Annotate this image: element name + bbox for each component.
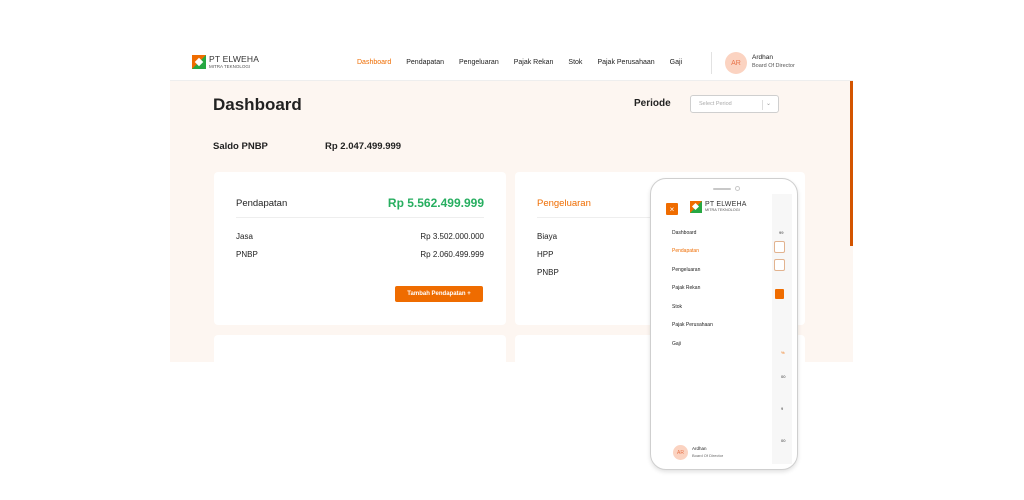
card-title: Pendapatan: [236, 198, 288, 209]
brand-name: PT ELWEHA: [209, 54, 260, 64]
bg-button: [775, 289, 784, 299]
page-title: Dashboard: [213, 95, 302, 114]
phone-camera: [735, 186, 740, 191]
card-title: Pengeluaran: [537, 198, 591, 209]
chevron-down-icon: ⌄: [766, 101, 772, 107]
nav-item-pendapatan[interactable]: Pendapatan: [406, 59, 444, 66]
row-label: PNBP: [537, 268, 559, 277]
row-label: PNBP: [236, 250, 258, 259]
user-name[interactable]: Ardhan: [752, 54, 773, 61]
row-label: Jasa: [236, 232, 253, 241]
divider: [236, 217, 484, 218]
period-placeholder: Select Period: [699, 101, 732, 107]
row-value: Rp 3.502.000.000: [420, 232, 484, 241]
brand-subtitle: MITRA TEKNOLOGI: [209, 63, 251, 69]
pendapatan-total: Rp 5.562.499.999: [387, 196, 484, 210]
bg-text: 00: [781, 374, 786, 379]
drawer-item-pendapatan[interactable]: Pendapatan: [672, 248, 699, 254]
pendapatan-card: Pendapatan Rp 5.562.499.999 Jasa Rp 3.50…: [214, 172, 506, 325]
nav-item-pengeluaran[interactable]: Pengeluaran: [459, 59, 499, 66]
saldo-label: Saldo PNBP: [213, 141, 268, 152]
saldo-value: Rp 2.047.499.999: [325, 141, 402, 152]
mobile-drawer: × PT ELWEHA MITRA TEKNOLOGI Dashboard Pe…: [657, 194, 772, 464]
bg-input: [774, 259, 785, 271]
tambah-pendapatan-button[interactable]: Tambah Pendapatan +: [395, 286, 483, 302]
brand-subtitle: MITRA TEKNOLOGI: [705, 208, 740, 213]
close-icon[interactable]: ×: [666, 203, 678, 215]
drawer-item-stok[interactable]: Stok: [672, 304, 682, 310]
bg-text: %: [781, 350, 785, 355]
row-label: HPP: [537, 250, 554, 259]
avatar[interactable]: AR: [725, 52, 747, 74]
brand-name: PT ELWEHA: [705, 201, 747, 209]
logo-icon: [690, 201, 702, 213]
brand-logo[interactable]: PT ELWEHA MITRA TEKNOLOGI: [192, 55, 259, 69]
nav-item-dashboard[interactable]: Dashboard: [357, 59, 391, 66]
bg-input: [774, 241, 785, 253]
nav-item-pajak-perusahaan[interactable]: Pajak Perusahaan: [597, 59, 654, 66]
phone-speaker: [713, 188, 731, 190]
drawer-item-gaji[interactable]: Gaji: [672, 341, 681, 347]
drawer-item-pajak-rekan[interactable]: Pajak Rekan: [672, 285, 700, 291]
row-label: Biaya: [537, 232, 558, 241]
card: [214, 335, 506, 362]
bg-text: 99: [779, 230, 784, 235]
main-nav: Dashboard Pendapatan Pengeluaran Pajak R…: [357, 59, 697, 66]
logo-icon: [192, 55, 206, 69]
bg-text: 00: [781, 438, 786, 443]
drawer-item-pajak-perusahaan[interactable]: Pajak Perusahaan: [672, 322, 713, 328]
mobile-screen: 99 % 00 9 00 × PT ELWEHA MITRA TEKNOLOGI…: [657, 194, 792, 464]
nav-item-pajak-rekan[interactable]: Pajak Rekan: [514, 59, 554, 66]
drawer-item-pengeluaran[interactable]: Pengeluaran: [672, 267, 700, 273]
drawer-item-dashboard[interactable]: Dashboard: [672, 230, 696, 236]
nav-item-gaji[interactable]: Gaji: [670, 59, 682, 66]
row-value: Rp 2.060.499.999: [420, 250, 484, 259]
user-role: Board Of Director: [692, 453, 724, 458]
user-role: Board Of Director: [752, 63, 795, 69]
top-navbar: PT ELWEHA MITRA TEKNOLOGI Dashboard Pend…: [170, 46, 853, 81]
phone-mockup: 99 % 00 9 00 × PT ELWEHA MITRA TEKNOLOGI…: [650, 178, 798, 470]
bg-text: 9: [781, 406, 784, 411]
nav-divider: [711, 52, 712, 74]
brand-logo[interactable]: PT ELWEHA MITRA TEKNOLOGI: [690, 201, 747, 213]
user-name[interactable]: Ardhan: [692, 446, 707, 451]
nav-item-stok[interactable]: Stok: [568, 59, 582, 66]
select-separator: [762, 100, 763, 110]
period-select[interactable]: Select Period ⌄: [690, 95, 779, 113]
avatar[interactable]: AR: [673, 445, 688, 460]
periode-label: Periode: [634, 98, 671, 109]
